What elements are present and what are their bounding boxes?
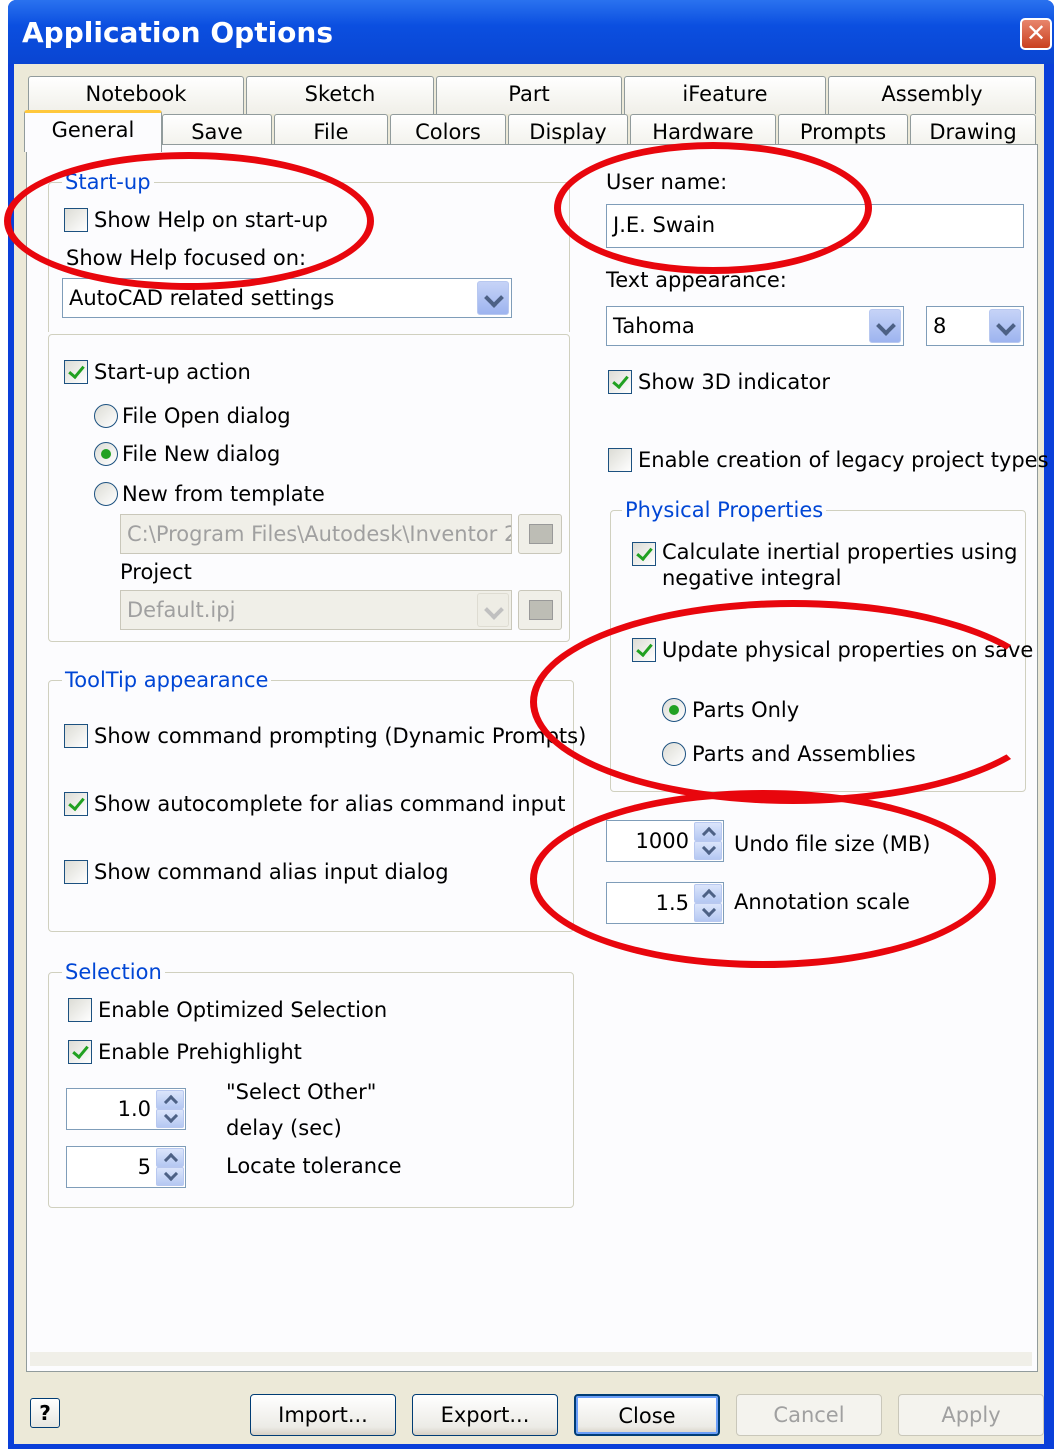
select-other-label: "Select Other" (226, 1080, 377, 1104)
select-other-delay-value: 1.0 (117, 1097, 151, 1121)
startup-action-label: Start-up action (94, 360, 251, 384)
select-other-delay-label: delay (sec) (226, 1116, 342, 1140)
chevron-down-icon[interactable] (477, 593, 509, 627)
autocomplete-checkbox[interactable] (64, 792, 88, 816)
alias-dialog-checkbox[interactable] (64, 860, 88, 884)
radio-parts-and-assemblies[interactable] (662, 742, 686, 766)
tab-ifeature[interactable]: iFeature (624, 76, 826, 114)
cancel-button[interactable]: Cancel (736, 1394, 882, 1436)
radio-file-open[interactable] (94, 404, 118, 428)
user-name-label: User name: (606, 170, 728, 194)
spin-down-icon[interactable] (694, 841, 722, 860)
help-icon[interactable]: ? (30, 1398, 60, 1428)
radio-parts-and-assemblies-label: Parts and Assemblies (692, 742, 916, 766)
alias-dialog-label: Show command alias input dialog (94, 860, 449, 884)
window-title: Application Options (22, 16, 334, 49)
inertial-properties-checkbox[interactable] (632, 542, 656, 566)
select-other-delay-spinner[interactable]: 1.0 (66, 1088, 186, 1130)
project-dropdown[interactable]: Default.ipj (120, 590, 512, 630)
tab-sketch[interactable]: Sketch (246, 76, 434, 114)
font-size-value: 8 (933, 314, 947, 338)
annotation-scale-spinner[interactable]: 1.5 (606, 882, 724, 924)
close-button[interactable]: Close (574, 1394, 720, 1436)
annotation-scale-label: Annotation scale (734, 890, 910, 914)
close-icon[interactable]: ✕ (1020, 18, 1052, 50)
spin-down-icon[interactable] (694, 903, 722, 922)
font-size-dropdown[interactable]: 8 (926, 306, 1024, 346)
help-focused-value: AutoCAD related settings (69, 286, 335, 310)
dynamic-prompts-label: Show command prompting (Dynamic Prompts) (94, 724, 587, 748)
show-3d-indicator-label: Show 3D indicator (638, 370, 830, 394)
chevron-down-icon[interactable] (869, 309, 901, 343)
pane-bottom-strip (30, 1352, 1032, 1366)
locate-tolerance-spinner[interactable]: 5 (66, 1146, 186, 1188)
radio-new-from-template-label: New from template (122, 482, 325, 506)
annotation-scale-value: 1.5 (655, 891, 689, 915)
project-browse-icon[interactable] (518, 590, 562, 630)
locate-tolerance-label: Locate tolerance (226, 1154, 402, 1178)
chevron-down-icon[interactable] (477, 281, 509, 315)
selection-group-label: Selection (62, 960, 165, 984)
chevron-down-icon[interactable] (989, 309, 1021, 343)
physical-properties-group-label: Physical Properties (622, 498, 827, 522)
radio-file-open-label: File Open dialog (122, 404, 291, 428)
dynamic-prompts-checkbox[interactable] (64, 724, 88, 748)
optimized-selection-label: Enable Optimized Selection (98, 998, 388, 1022)
spin-down-icon[interactable] (156, 1109, 184, 1128)
font-dropdown[interactable]: Tahoma (606, 306, 904, 346)
show-help-checkbox[interactable] (64, 208, 88, 232)
spin-up-icon[interactable] (156, 1148, 184, 1167)
radio-file-new[interactable] (94, 442, 118, 466)
show-3d-indicator-checkbox[interactable] (608, 370, 632, 394)
font-value: Tahoma (613, 314, 695, 338)
update-physical-checkbox[interactable] (632, 638, 656, 662)
tab-notebook[interactable]: Notebook (28, 76, 244, 114)
optimized-selection-checkbox[interactable] (68, 998, 92, 1022)
help-focused-dropdown[interactable]: AutoCAD related settings (62, 278, 512, 318)
show-help-label: Show Help on start-up (94, 208, 328, 232)
user-name-input[interactable]: J.E. Swain (606, 204, 1024, 248)
radio-parts-only-label: Parts Only (692, 698, 800, 722)
spin-up-icon[interactable] (694, 822, 722, 841)
help-focused-label: Show Help focused on: (66, 246, 307, 270)
undo-size-label: Undo file size (MB) (734, 832, 931, 856)
apply-button[interactable]: Apply (898, 1394, 1044, 1436)
prehighlight-label: Enable Prehighlight (98, 1040, 302, 1064)
import-button[interactable]: Import... (250, 1394, 396, 1436)
update-physical-label: Update physical properties on save (662, 638, 1034, 662)
radio-file-new-label: File New dialog (122, 442, 281, 466)
legacy-projects-checkbox[interactable] (608, 448, 632, 472)
project-value: Default.ipj (127, 598, 236, 622)
inertial-properties-label-1: Calculate inertial properties using (662, 540, 1018, 564)
tooltip-group-label: ToolTip appearance (62, 668, 272, 692)
inertial-properties-label-2: negative integral (662, 566, 842, 590)
spin-down-icon[interactable] (156, 1167, 184, 1186)
legacy-projects-label: Enable creation of legacy project types (638, 448, 1049, 472)
title-bar[interactable]: Application Options ✕ (8, 0, 1054, 64)
tab-general[interactable]: General (24, 110, 162, 152)
startup-action-checkbox[interactable] (64, 360, 88, 384)
autocomplete-label: Show autocomplete for alias command inpu… (94, 792, 566, 816)
project-label: Project (120, 560, 192, 584)
template-path-field[interactable]: C:\Program Files\Autodesk\Inventor 2 (120, 514, 512, 554)
tab-part[interactable]: Part (436, 76, 622, 114)
locate-tolerance-value: 5 (137, 1155, 151, 1179)
text-appearance-label: Text appearance: (606, 268, 787, 292)
spin-up-icon[interactable] (156, 1090, 184, 1109)
radio-new-from-template[interactable] (94, 482, 118, 506)
tab-assembly[interactable]: Assembly (828, 76, 1036, 114)
spin-up-icon[interactable] (694, 884, 722, 903)
startup-group-label: Start-up (62, 170, 154, 194)
template-browse-icon[interactable] (518, 514, 562, 554)
undo-size-spinner[interactable]: 1000 (606, 820, 724, 862)
radio-parts-only[interactable] (662, 698, 686, 722)
undo-size-value: 1000 (635, 829, 689, 853)
prehighlight-checkbox[interactable] (68, 1040, 92, 1064)
export-button[interactable]: Export... (412, 1394, 558, 1436)
